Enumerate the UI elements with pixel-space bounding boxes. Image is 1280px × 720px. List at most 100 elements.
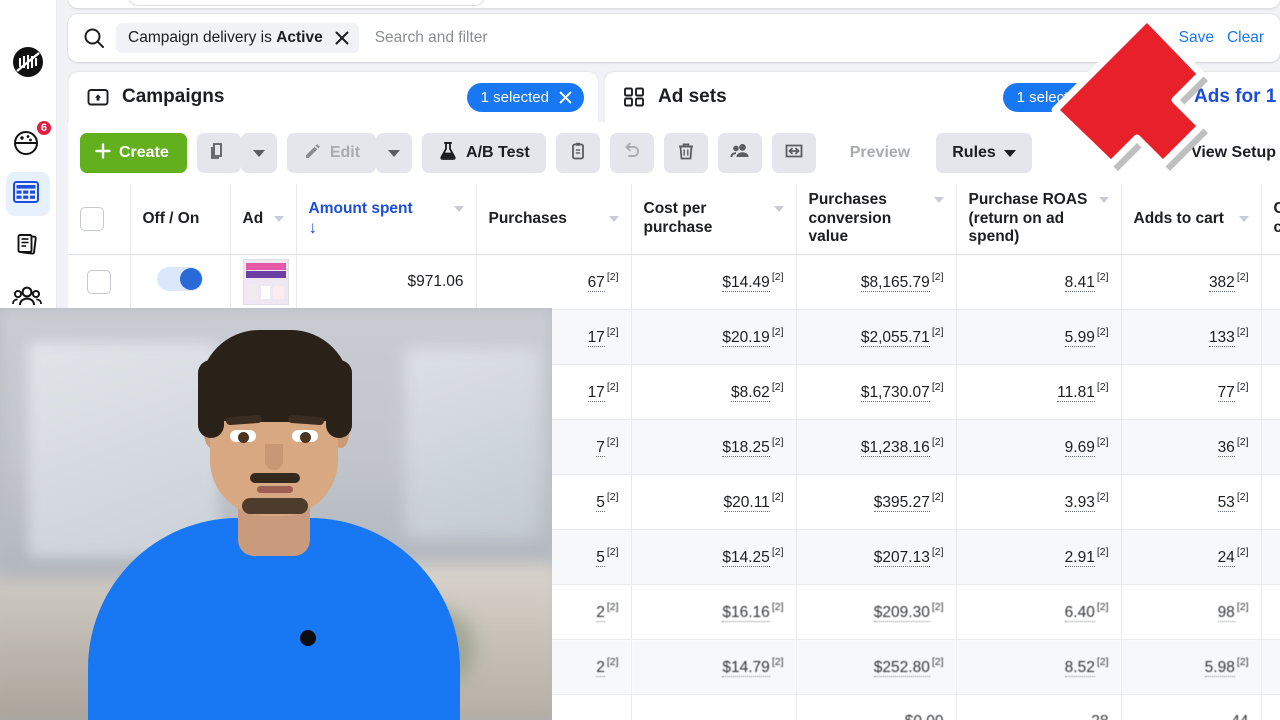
presenter — [0, 308, 552, 720]
chevron-down-icon[interactable] — [773, 206, 784, 213]
filter-chip-campaign-delivery[interactable]: Campaign delivery is Active — [116, 23, 359, 53]
sort-descending-icon: ↓ — [308, 217, 318, 237]
cell-cost-per-purchase: $14.49 [2] — [631, 254, 797, 310]
row-ad-thumbnail-cell[interactable] — [230, 254, 297, 310]
sidebar-item-pages[interactable] — [6, 224, 50, 268]
cell-cut-off — [1261, 529, 1280, 585]
chevron-down-icon — [252, 149, 265, 157]
col-cut-off: C c — [1261, 184, 1280, 255]
sidebar-item-table-view[interactable] — [6, 172, 50, 216]
col-adds-to-cart[interactable]: Adds to cart — [1121, 184, 1262, 255]
cell-amount-spent: $971.06 — [296, 254, 477, 310]
export-button[interactable] — [771, 133, 816, 173]
webcam-overlay — [0, 308, 552, 720]
top-partial-input — [128, 0, 485, 6]
panel-ads[interactable]: Ads for 1 Ad — [1140, 72, 1280, 122]
adsets-selected-label: 1 selected — [1016, 88, 1085, 106]
edit-button[interactable]: Edit — [286, 133, 377, 173]
cell-purchases-conversion-value: $1,730.07 [2] — [796, 364, 957, 420]
meta-logo-icon — [11, 45, 45, 79]
col-purchases-conversion-value[interactable]: Purchases conversion value — [796, 184, 957, 255]
cell-purchase-roas: 3.93 [2] — [956, 474, 1122, 530]
sidebar-item-notifications[interactable]: 6 — [6, 119, 53, 164]
cell-adds-to-cart: 77 [2] — [1121, 364, 1262, 420]
cell-cut-off — [1261, 309, 1280, 365]
cell-purchases-conversion-value: $2,055.71 [2] — [796, 309, 957, 365]
cell-adds-to-cart: 53 [2] — [1121, 474, 1262, 530]
col-off-on: Off / On — [130, 184, 231, 255]
clear-search-button[interactable]: Clear — [1227, 29, 1264, 47]
preview-label: Preview — [849, 144, 911, 161]
duplicate-icon — [209, 141, 229, 166]
view-setup-button[interactable]: View Setup — [1191, 144, 1280, 162]
cell-purchases-conversion-value: $209.30 [2] — [796, 584, 957, 640]
cell-cost-per-purchase: $20.11 [2] — [631, 474, 797, 530]
chevron-down-icon[interactable] — [1098, 197, 1109, 204]
chevron-down-icon[interactable] — [1238, 215, 1249, 222]
cell-adds-to-cart: 44 — [1121, 694, 1262, 720]
undo-button[interactable] — [609, 133, 654, 173]
row-checkbox-cell[interactable] — [68, 254, 131, 310]
chevron-down-icon[interactable] — [933, 197, 944, 204]
sidebar-item-meta-logo[interactable] — [6, 40, 50, 84]
on-off-toggle[interactable] — [157, 267, 203, 291]
col-ad[interactable]: Ad — [230, 184, 297, 255]
panel-title: Ads for 1 Ad — [1194, 86, 1280, 107]
cell-purchase-roas: 6.40 [2] — [956, 584, 1122, 640]
cell-cost-per-purchase: $20.19 [2] — [631, 309, 797, 365]
chevron-down-icon[interactable] — [273, 215, 284, 222]
search-icon — [82, 26, 106, 50]
save-search-button[interactable]: Save — [1179, 29, 1214, 47]
panel-title: Campaigns — [122, 86, 225, 107]
select-all-checkbox[interactable] — [80, 206, 104, 231]
chevron-down-icon[interactable] — [453, 206, 464, 213]
clipboard-button[interactable] — [555, 133, 600, 173]
ad-thumbnail[interactable] — [242, 258, 289, 305]
cell-purchases: 67 [2] — [476, 254, 632, 310]
delete-button[interactable] — [663, 133, 708, 173]
ab-test-label: A/B Test — [466, 144, 530, 161]
create-button[interactable]: Create — [80, 133, 187, 173]
adsets-selected-chip[interactable]: 1 selected — [1002, 82, 1120, 112]
col-purchases[interactable]: Purchases — [476, 184, 632, 255]
audience-button[interactable] — [717, 133, 762, 173]
cell-cost-per-purchase: $16.16 [2] — [631, 584, 797, 640]
preview-button[interactable]: Preview — [834, 133, 926, 173]
duplicate-button[interactable] — [196, 133, 241, 173]
cell-cost-per-purchase: $14.25 [2] — [631, 529, 797, 585]
filter-chip-remove-icon[interactable] — [333, 29, 351, 47]
cell-purchase-roas: 8.41 [2] — [956, 254, 1122, 310]
panel-ad-sets[interactable]: Ad sets 1 selected — [604, 72, 1134, 122]
chevron-down-icon — [1003, 149, 1016, 157]
create-label: Create — [119, 144, 169, 161]
chevron-down-icon[interactable] — [608, 215, 619, 222]
edit-dropdown-button[interactable] — [376, 133, 413, 173]
col-select-all[interactable] — [68, 184, 131, 255]
ads-icon — [1158, 85, 1182, 109]
col-cost-per-purchase[interactable]: Cost per purchase — [631, 184, 797, 255]
rules-button[interactable]: Rules — [936, 133, 1032, 173]
table-row[interactable]: $971.06 67 [2] $14.49 [2] $8,165.79 [2] 8.41 [2]… — [68, 254, 1280, 310]
search-input[interactable]: Search and filter — [375, 29, 1179, 47]
col-amount-spent[interactable]: Amount spent ↓ — [296, 184, 477, 255]
campaigns-selected-chip[interactable]: 1 selected — [466, 82, 584, 112]
cell-purchases-conversion-value: $8,165.79 [2] — [796, 254, 957, 310]
campaigns-clear-selection-icon[interactable] — [558, 90, 573, 105]
cell-adds-to-cart: 382 [2] — [1121, 254, 1262, 310]
duplicate-dropdown-button[interactable] — [240, 133, 277, 173]
ab-test-button[interactable]: A/B Test — [422, 133, 546, 173]
presenter-pupil-right — [300, 432, 311, 443]
cell-cost-per-purchase: $14.79 [2] — [631, 639, 797, 695]
row-checkbox[interactable] — [86, 269, 111, 294]
presenter-nose — [265, 444, 283, 470]
edit-label: Edit — [329, 144, 361, 161]
panel-campaigns[interactable]: Campaigns 1 selected — [68, 72, 598, 122]
presenter-hair-side-left — [198, 360, 224, 438]
cell-cost-per-purchase: $8.62 [2] — [631, 364, 797, 420]
panel-tabs: Campaigns 1 selected Ad sets 1 selected … — [68, 72, 1280, 122]
col-purchase-roas[interactable]: Purchase ROAS (return on ad spend) — [956, 184, 1122, 255]
row-toggle-cell[interactable] — [130, 254, 231, 310]
search-and-filter-bar[interactable]: Campaign delivery is Active Search and f… — [68, 14, 1280, 62]
campaigns-selected-label: 1 selected — [480, 88, 549, 106]
adsets-clear-selection-icon[interactable] — [1094, 90, 1109, 105]
